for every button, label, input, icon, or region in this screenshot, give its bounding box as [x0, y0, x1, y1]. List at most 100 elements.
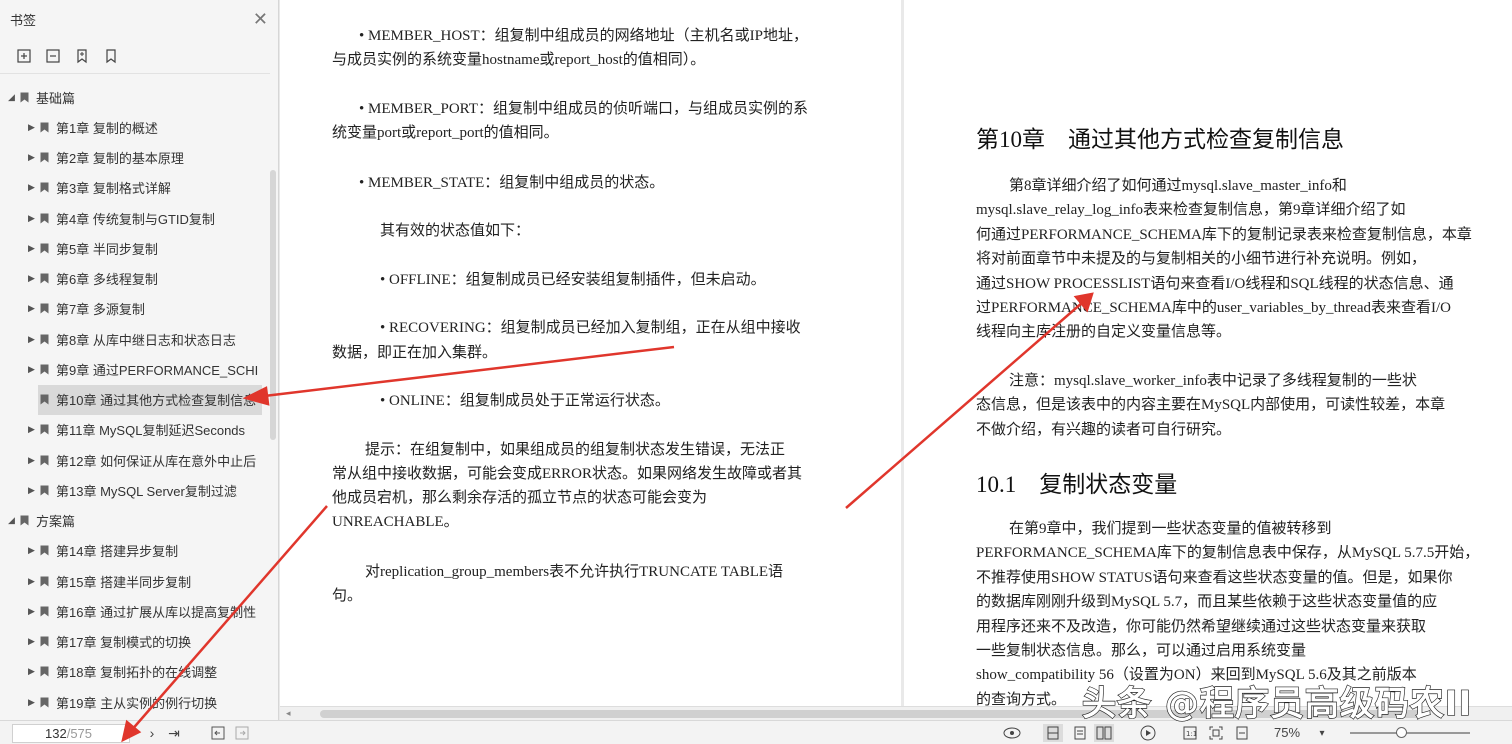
zoom-slider[interactable] — [1350, 732, 1470, 734]
bookmark-item-selected[interactable]: ▶ 第10章 通过其他方式检查复制信息 — [38, 384, 262, 415]
paragraph-line: • MEMBER_HOST：组复制中组成员的网络地址（主机名或IP地址， — [359, 28, 809, 44]
bookmark-item[interactable]: ▶ 第7章 多源复制 — [0, 294, 270, 324]
bookmark-group-label: 方案篇 — [36, 514, 76, 530]
paragraph-line: 注意：mysql.slave_worker_info表中记录了多线程复制的一些状 — [1009, 373, 1417, 389]
fit-width-icon[interactable] — [1232, 724, 1252, 742]
expand-arrow-icon[interactable]: ▶ — [28, 243, 40, 254]
bookmark-item[interactable]: ▶ 第16章 通过扩展从库以提高复制性 — [0, 596, 270, 626]
play-icon[interactable] — [1138, 724, 1158, 742]
add-bookmark-icon[interactable] — [72, 46, 91, 65]
expand-arrow-icon[interactable]: ▶ — [28, 606, 40, 617]
paragraph-line: 统变量port或report_port的值相同。 — [332, 125, 559, 141]
expand-arrow-icon[interactable]: ▶ — [28, 213, 40, 224]
continuous-view-icon[interactable] — [1070, 724, 1090, 742]
paragraph-line: • OFFLINE：组复制成员已经安装组复制插件，但未启动。 — [380, 272, 766, 288]
paragraph-line: 不推荐使用SHOW STATUS语句来查看这些状态变量的值。但是，如果你 — [976, 569, 1453, 586]
bookmark-icon — [40, 122, 54, 133]
paragraph-line: 一些复制状态信息。那么，可以通过启用系统变量 — [976, 643, 1307, 659]
bookmark-item[interactable]: ▶ 第14章 搭建异步复制 — [0, 536, 270, 566]
expand-arrow-icon[interactable]: ▶ — [28, 364, 40, 375]
last-page-icon[interactable]: ⇥ — [164, 724, 184, 742]
expand-arrow-icon[interactable]: ▶ — [28, 455, 40, 466]
expand-arrow-icon[interactable]: ▶ — [28, 122, 40, 133]
bookmark-icon[interactable] — [101, 46, 120, 65]
bookmark-item[interactable]: ▶ 第13章 MySQL Server复制过滤 — [0, 475, 270, 505]
paragraph-line: 的查询方式。 — [976, 691, 1067, 706]
expand-arrow-icon[interactable]: ▶ — [28, 303, 40, 314]
bookmark-item-label: 第9章 通过PERFORMANCE_SCHI — [56, 362, 259, 378]
bookmark-group[interactable]: ◢ 方案篇 — [0, 506, 270, 536]
close-icon[interactable]: ✕ — [253, 9, 268, 30]
expand-arrow-icon[interactable]: ▶ — [28, 576, 40, 587]
bookmark-item[interactable]: ▶ 第2章 复制的基本原理 — [0, 143, 270, 173]
bookmark-item-label: 第7章 多源复制 — [56, 302, 145, 318]
bookmark-item[interactable]: ▶ 第8章 从库中继日志和状态日志 — [0, 324, 270, 354]
page-number-input[interactable]: 132/575 — [12, 724, 130, 743]
svg-text:1:1: 1:1 — [1186, 730, 1197, 738]
bookmark-group[interactable]: ◢ 基础篇 — [0, 82, 270, 112]
paragraph-line: 线程向主库注册的自定义变量信息等。 — [976, 324, 1232, 341]
expand-arrow-icon[interactable]: ▶ — [28, 485, 40, 496]
bookmark-icon — [40, 424, 54, 435]
scroll-left-icon[interactable]: ◂ — [286, 708, 291, 719]
expand-arrow-icon[interactable]: ▶ — [28, 334, 40, 345]
expand-arrow-icon[interactable]: ▶ — [28, 545, 40, 556]
bookmark-item[interactable]: ▶ 第17章 复制模式的切换 — [0, 627, 270, 657]
paragraph-line: 不做介绍，有兴趣的读者可自行研究。 — [976, 421, 1232, 438]
expand-arrow-icon[interactable]: ▶ — [28, 424, 40, 435]
single-page-view-icon[interactable] — [1043, 724, 1063, 742]
eye-icon[interactable] — [1002, 724, 1022, 742]
bookmark-item[interactable]: ▶ 第15章 搭建半同步复制 — [0, 566, 270, 596]
expand-arrow-icon[interactable]: ▶ — [38, 394, 40, 405]
bookmark-item[interactable]: ▶ 第12章 如何保证从库在意外中止后 — [0, 445, 270, 475]
bookmark-item-label: 第17章 复制模式的切换 — [56, 635, 192, 651]
collapse-arrow-icon[interactable]: ◢ — [8, 92, 20, 103]
expand-arrow-icon[interactable]: ▶ — [28, 152, 40, 163]
bookmark-item[interactable]: ▶ 第4章 传统复制与GTID复制 — [0, 203, 270, 233]
sidebar-scrollbar[interactable] — [270, 170, 276, 440]
current-page: 132 — [45, 726, 67, 741]
zoom-dropdown-icon[interactable]: ▾ — [1312, 724, 1332, 742]
back-icon[interactable] — [208, 724, 228, 742]
bookmark-icon — [40, 303, 54, 314]
bookmark-item[interactable]: ▶ 第6章 多线程复制 — [0, 264, 270, 294]
paragraph-line: 对replication_group_members表不允许执行TRUNCATE… — [365, 564, 784, 580]
bookmark-item-label: 第6章 多线程复制 — [56, 272, 158, 288]
bookmark-item[interactable]: ▶ 第1章 复制的概述 — [0, 112, 270, 142]
bookmark-item-label: 第4章 传统复制与GTID复制 — [56, 211, 215, 227]
zoom-slider-handle[interactable] — [1396, 727, 1407, 738]
bookmark-icon — [40, 364, 54, 375]
bookmark-item-label: 第11章 MySQL复制延迟Seconds — [56, 423, 246, 439]
zoom-level[interactable]: 75% — [1274, 725, 1300, 740]
two-page-view-icon[interactable] — [1094, 724, 1114, 742]
expand-arrow-icon[interactable]: ▶ — [28, 697, 40, 708]
bookmark-item[interactable]: ▶ 第19章 主从实例的例行切换 — [0, 687, 270, 717]
expand-arrow-icon[interactable]: ▶ — [28, 636, 40, 647]
bookmark-item-label: 第14章 搭建异步复制 — [56, 544, 179, 560]
bookmark-item[interactable]: ▶ 第11章 MySQL复制延迟Seconds — [0, 415, 270, 445]
bookmark-item[interactable]: ▶ 第5章 半同步复制 — [0, 233, 270, 263]
bookmark-icon — [20, 92, 34, 103]
paragraph-line: 他成员宕机，那么剩余存活的孤立节点的状态可能会变为 — [332, 490, 708, 506]
total-pages: /575 — [66, 726, 93, 741]
expand-arrow-icon[interactable]: ▶ — [28, 182, 40, 193]
bookmark-icon — [40, 152, 54, 163]
bookmark-icon — [20, 515, 34, 526]
bookmark-item-label: 第18章 复制拓扑的在线调整 — [56, 665, 218, 681]
actual-size-icon[interactable]: 1:1 — [1180, 724, 1200, 742]
expand-arrow-icon[interactable]: ▶ — [28, 273, 40, 284]
fit-page-icon[interactable] — [1206, 724, 1226, 742]
bookmark-item[interactable]: ▶ 第3章 复制格式详解 — [0, 173, 270, 203]
bookmark-item-label: 第19章 主从实例的例行切换 — [56, 695, 218, 711]
bookmark-item[interactable]: ▶ 第18章 复制拓扑的在线调整 — [0, 657, 270, 687]
pdf-reader-window: 书签 ✕ ◢ 基础篇 ▶ 第1章 复制的概述 ▶ 第2章 复制的基本原理 ▶ 第3章 复制格式… — [0, 0, 1512, 744]
bookmark-item[interactable]: ▶ 第9章 通过PERFORMANCE_SCHI — [0, 354, 270, 384]
collapse-arrow-icon[interactable]: ◢ — [8, 515, 20, 526]
next-page-icon[interactable]: › — [142, 724, 162, 742]
bookmark-item-label: 第3章 复制格式详解 — [56, 181, 171, 197]
collapse-all-icon[interactable] — [43, 46, 62, 65]
forward-icon[interactable] — [232, 724, 252, 742]
expand-arrow-icon[interactable]: ▶ — [28, 666, 40, 677]
bookmark-icon — [40, 606, 54, 617]
expand-all-icon[interactable] — [14, 46, 33, 65]
